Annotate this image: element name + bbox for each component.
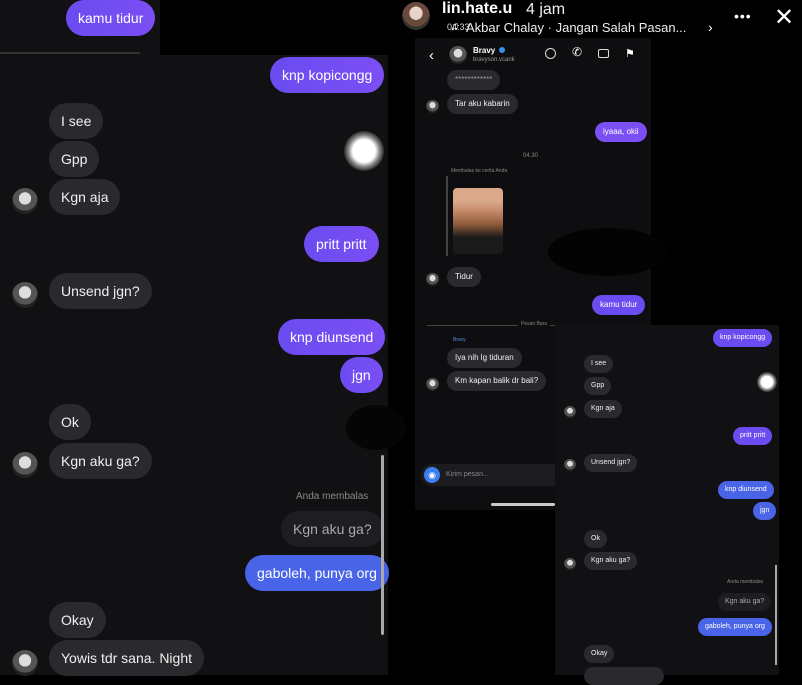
message-bubble: jgn (340, 357, 383, 393)
close-icon[interactable]: ✕ (774, 3, 794, 32)
message-bubble: Tidur (447, 267, 481, 287)
message-bubble: pritt pritt (304, 226, 379, 262)
quoted-message: Kgn aku ga? (281, 511, 384, 547)
message-bubble: Ok (584, 530, 607, 548)
phone-icon[interactable]: ✆ (572, 45, 582, 59)
left-chat-screenshot: kamu tidur knp kopicongg I see Gpp Kgn a… (0, 0, 389, 676)
story-time: 4 jam (526, 1, 566, 18)
message-bubble: Unsend jgn? (49, 273, 152, 309)
message-bubble: Ok (49, 404, 91, 440)
message-bubble: Okay (584, 645, 615, 663)
message-bubble: knp diunsend (718, 481, 774, 499)
dark-smudge (548, 228, 668, 276)
avatar (426, 378, 439, 391)
light-glare (344, 131, 384, 171)
scrollbar[interactable] (775, 565, 777, 665)
light-glare (757, 372, 777, 392)
message-bubble (584, 667, 664, 685)
video-icon[interactable] (598, 49, 609, 58)
message-bubble: Kgn aku ga? (49, 443, 152, 479)
scrollbar[interactable] (381, 455, 384, 635)
more-options-icon[interactable]: ••• (734, 8, 752, 24)
camera-icon[interactable]: ◉ (424, 467, 440, 483)
message-bubble: knp kopicongg (713, 329, 773, 347)
message-bubble: jgn (753, 502, 777, 520)
message-bubble: Kgn aja (49, 179, 121, 215)
message-bubble: Tar aku kabarin (447, 94, 518, 114)
message-bubble: Iya nih lg tiduran (447, 348, 522, 368)
home-indicator (491, 503, 555, 506)
contact-handle: bravyson.vcank (473, 57, 515, 63)
timestamp: 04.30 (523, 153, 539, 159)
avatar (564, 558, 576, 570)
message-bubble: Unsend jgn? (584, 454, 638, 472)
story-avatar[interactable] (402, 2, 430, 30)
reply-label: Anda membalas (296, 491, 369, 502)
message-bubble: gaboleh, punya org (698, 618, 772, 636)
message-bubble: Km kapan balik dr bali? (447, 371, 547, 391)
contact-name[interactable]: Bravy (473, 46, 495, 55)
message-bubble: knp kopicongg (270, 57, 385, 93)
quoted-message: Kgn aku ga? (718, 593, 772, 611)
thumb-chat-screenshot: knp kopicongg I see Gpp Kgn aja pritt pr… (555, 325, 779, 685)
avatar (12, 188, 38, 214)
story-music[interactable]: Akbar Chalay · Jangan Salah Pasan... (466, 20, 686, 35)
avatar (12, 282, 38, 308)
message-bubble: Gpp (49, 141, 100, 177)
message-bubble: Okay (49, 602, 106, 638)
sender-label: Bravy (453, 337, 466, 343)
message-bubble: knp diunsend (278, 319, 386, 355)
input-placeholder: Kirim pesan... (446, 471, 489, 478)
contact-avatar[interactable] (449, 46, 467, 64)
message-bubble: gaboleh, punya org (245, 555, 389, 591)
link-icon[interactable] (545, 48, 556, 59)
message-bubble: Kgn aku ga? (584, 552, 638, 570)
verified-icon (499, 47, 505, 53)
story-username[interactable]: lin.hate.u (442, 0, 512, 18)
status-time: 04:33 (447, 22, 470, 32)
story-reply-label: Membalas ke cerita Anda (451, 168, 508, 174)
message-bubble: kamu tidur (592, 295, 646, 315)
back-icon[interactable]: ‹ (429, 47, 434, 64)
new-messages-label: Pesan Baru (518, 321, 551, 327)
avatar (12, 452, 38, 478)
message-bubble: Kgn aja (584, 400, 622, 418)
message-bubble: Yowis tdr sana. Night (49, 640, 204, 676)
message-bubble: Gpp (584, 377, 612, 395)
story-header: lin.hate.u 4 jam ♫ Akbar Chalay · Jangan… (396, 0, 802, 40)
flag-icon[interactable]: ⚑ (625, 47, 635, 60)
avatar (426, 100, 439, 113)
avatar (12, 650, 38, 676)
masked-message: ************ (447, 70, 501, 90)
avatar (426, 273, 439, 286)
chevron-right-icon[interactable]: › (708, 19, 713, 35)
message-bubble: iyaaa, okii (595, 122, 647, 142)
divider (0, 52, 140, 54)
avatar (564, 406, 576, 418)
message-bubble: pritt pritt (733, 427, 773, 445)
message-bubble: kamu tidur (66, 0, 156, 36)
reply-label: Anda membalas (727, 579, 764, 585)
story-reply-line (446, 176, 448, 256)
dark-smudge (346, 405, 406, 450)
message-bubble: I see (49, 103, 104, 139)
top-dark-block (160, 0, 388, 55)
avatar (564, 459, 576, 471)
message-bubble: I see (584, 355, 614, 373)
story-thumbnail[interactable] (453, 188, 503, 254)
